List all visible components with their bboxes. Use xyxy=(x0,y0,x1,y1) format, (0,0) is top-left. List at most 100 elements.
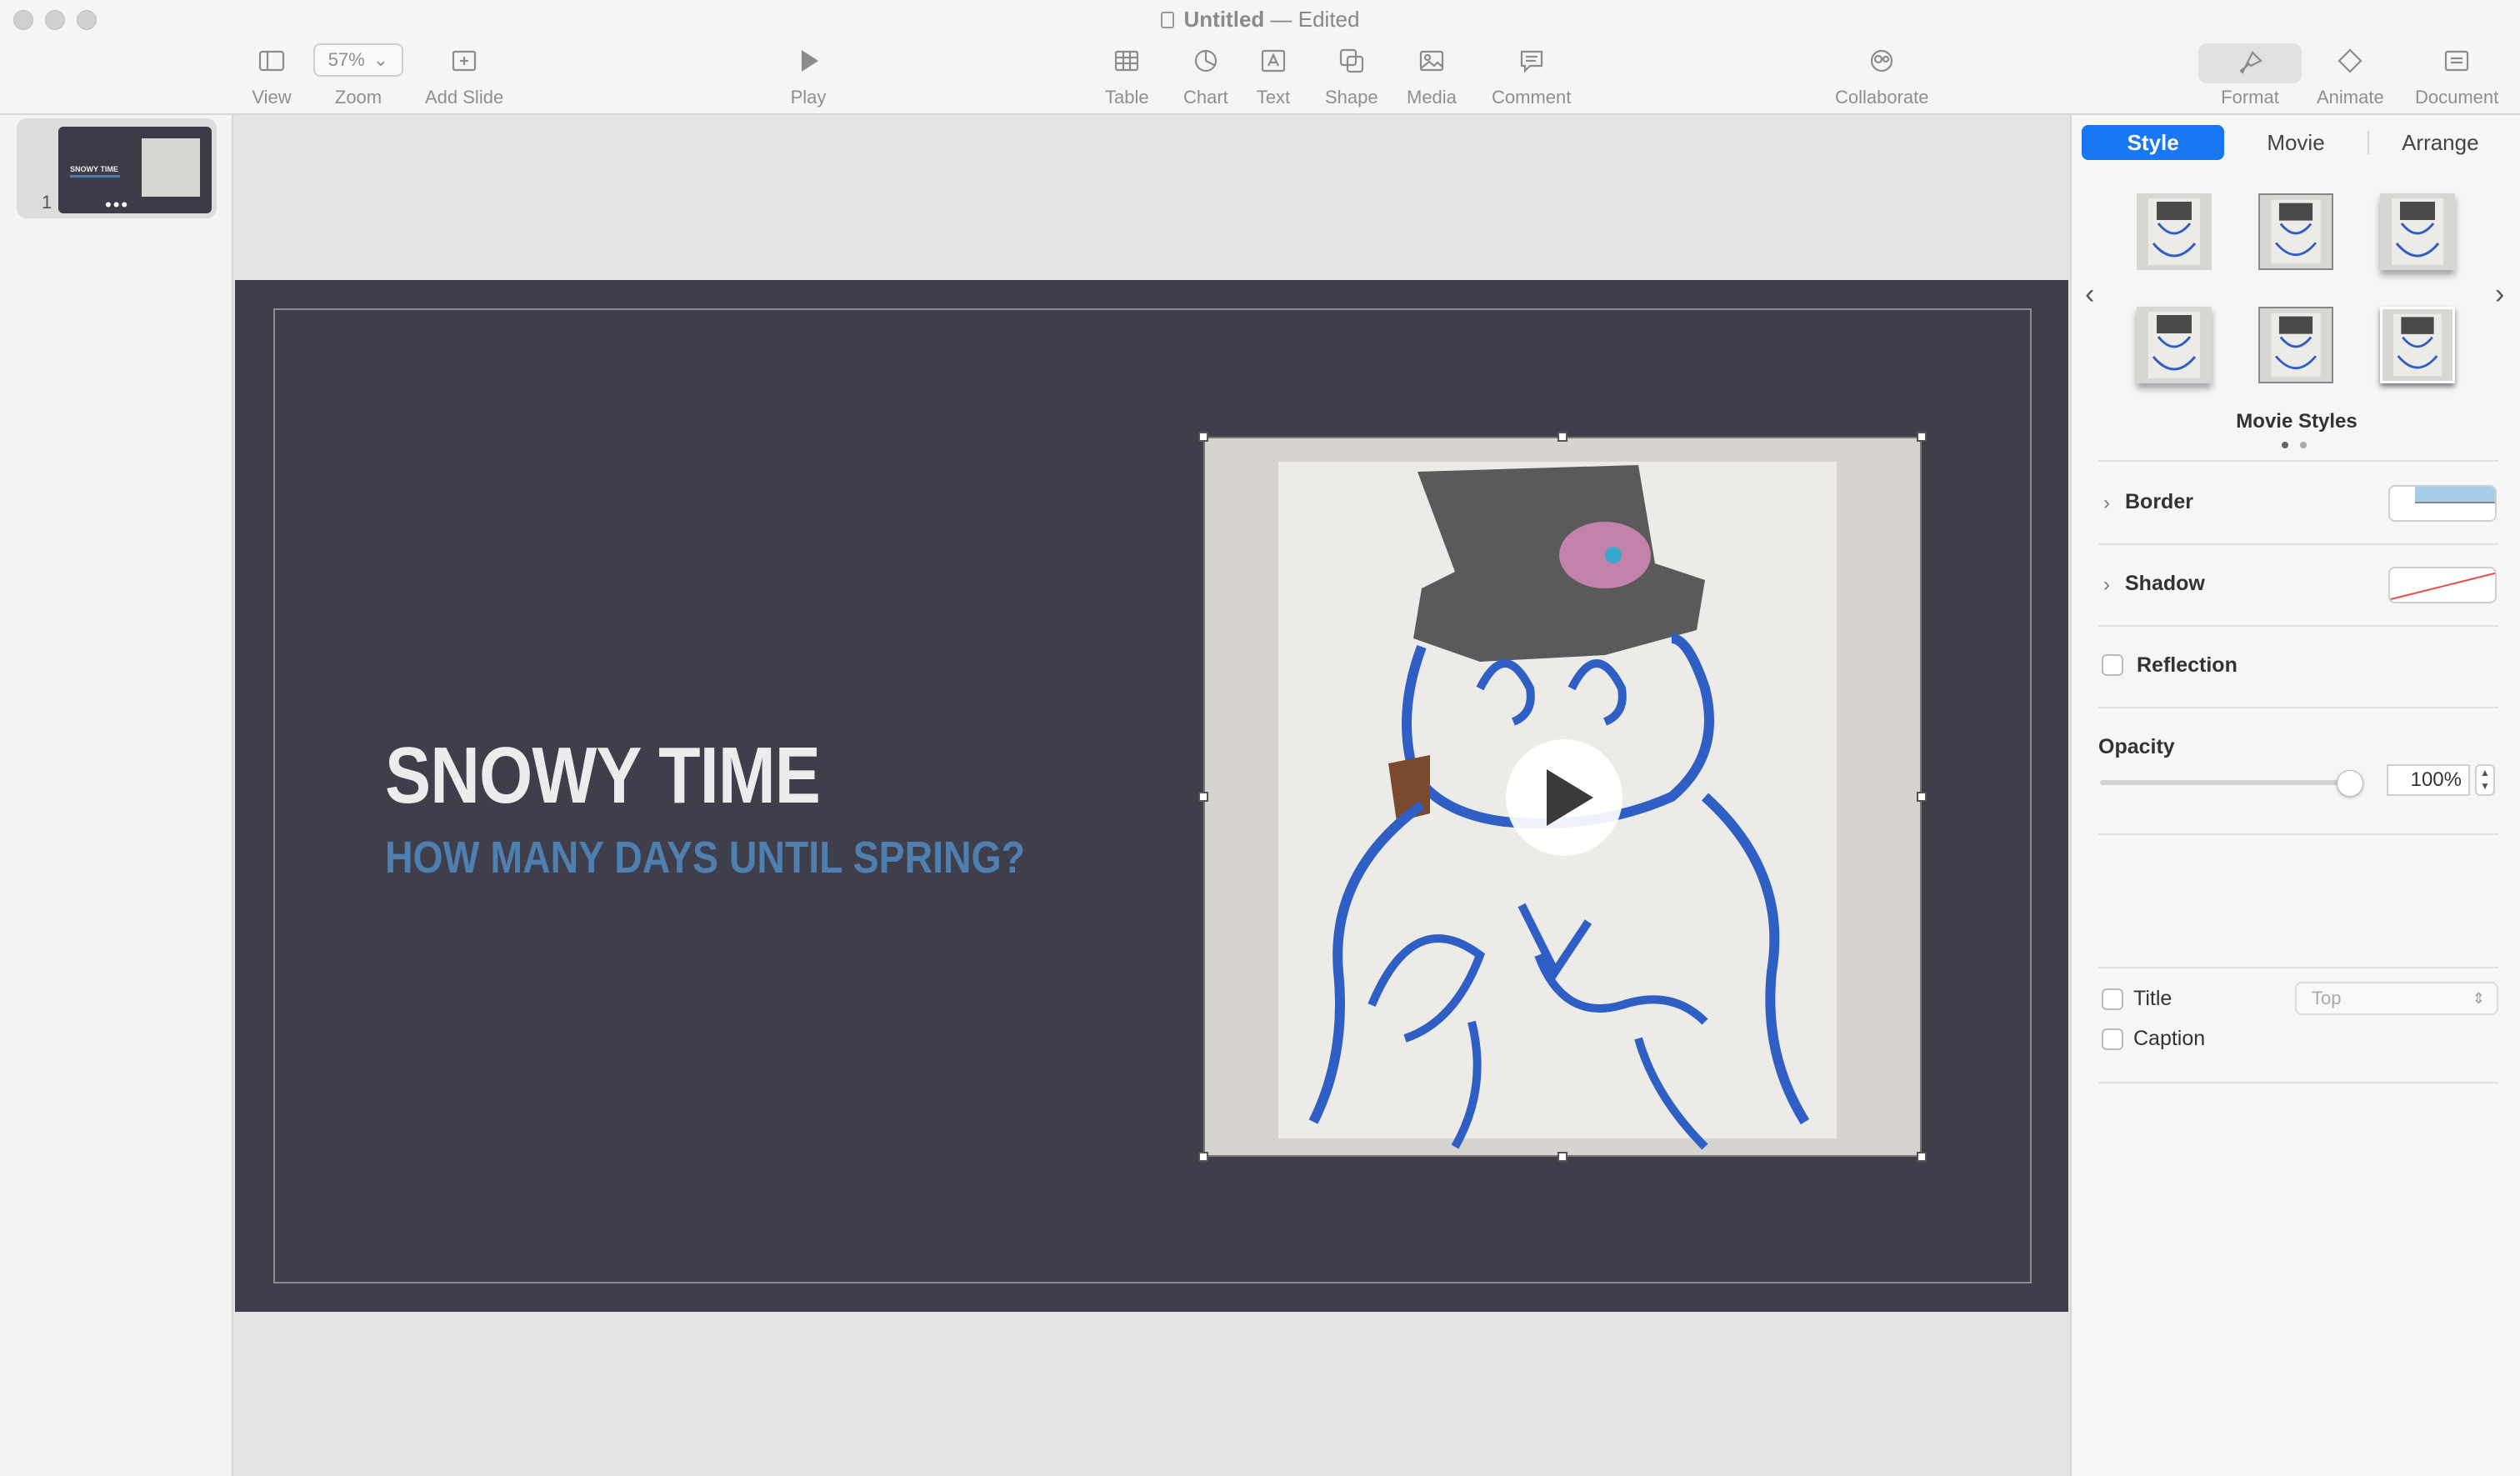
tab-style[interactable]: Style xyxy=(2082,125,2225,160)
section-divider xyxy=(2098,543,2498,545)
opacity-stepper[interactable]: ▲ ▼ xyxy=(2475,764,2495,796)
collaborate-icon xyxy=(1862,43,1902,78)
collaborate-label: Collaborate xyxy=(1835,87,1929,108)
shadow-style-swatch[interactable] xyxy=(2388,567,2497,603)
movie-style-2[interactable] xyxy=(2258,193,2333,270)
movie-style-6[interactable] xyxy=(2380,307,2455,383)
title-separator: — xyxy=(1270,7,1292,32)
format-button[interactable]: Format xyxy=(2198,43,2302,108)
animate-button[interactable]: Animate xyxy=(2317,43,2384,108)
text-button[interactable]: Text xyxy=(1253,43,1293,108)
text-label: Text xyxy=(1256,87,1291,108)
paintbrush-icon xyxy=(2230,46,2270,81)
chevron-right-icon[interactable]: › xyxy=(2103,573,2110,597)
add-slide-label: Add Slide xyxy=(425,87,504,108)
comment-button[interactable]: Comment xyxy=(1492,43,1571,108)
slide-canvas[interactable]: SNOWY TIME HOW MANY DAYS UNTIL SPRING? xyxy=(235,117,2070,1476)
title-position-select[interactable]: Top ⇕ xyxy=(2295,982,2498,1015)
play-movie-button[interactable] xyxy=(1506,739,1622,856)
resize-handle-bottom[interactable] xyxy=(1558,1152,1568,1162)
animate-icon xyxy=(2330,43,2370,78)
movie-style-4[interactable] xyxy=(2137,307,2212,383)
table-label: Table xyxy=(1105,87,1149,108)
slide-title[interactable]: SNOWY TIME xyxy=(385,730,821,822)
resize-handle-left[interactable] xyxy=(1198,792,1208,802)
document-label: Document xyxy=(2415,87,2499,108)
border-label[interactable]: Border xyxy=(2125,490,2193,514)
movie-style-3[interactable] xyxy=(2380,193,2455,270)
comment-label: Comment xyxy=(1492,87,1572,108)
chevron-right-icon[interactable]: › xyxy=(2103,492,2110,515)
format-label: Format xyxy=(2221,87,2279,108)
section-divider xyxy=(2098,707,2498,708)
document-button[interactable]: Document xyxy=(2415,43,2498,108)
opacity-field[interactable]: 100% xyxy=(2387,764,2470,796)
thumbnail-title: SNOWY TIME xyxy=(70,165,118,173)
movie-object[interactable] xyxy=(1203,437,1922,1157)
border-style-swatch[interactable] xyxy=(2388,485,2497,522)
resize-handle-top-left[interactable] xyxy=(1198,432,1208,442)
reflection-label: Reflection xyxy=(2137,653,2238,677)
movie-style-1[interactable] xyxy=(2137,193,2212,270)
opacity-slider-track[interactable] xyxy=(2100,780,2350,785)
chevron-down-icon: ⌄ xyxy=(372,49,389,70)
document-icon xyxy=(1160,12,1174,28)
zoom-select[interactable]: 57% ⌄ xyxy=(313,43,403,77)
media-label: Media xyxy=(1407,87,1457,108)
view-button[interactable]: View xyxy=(252,43,292,108)
opacity-label: Opacity xyxy=(2098,735,2175,758)
caption-label: Caption xyxy=(2133,1027,2206,1050)
slide-subtitle[interactable]: HOW MANY DAYS UNTIL SPRING? xyxy=(385,832,1025,883)
movie-style-5[interactable] xyxy=(2258,307,2333,383)
add-slide-button[interactable]: Add Slide xyxy=(425,43,503,108)
more-options-icon[interactable]: ••• xyxy=(105,196,129,214)
section-divider xyxy=(2098,1082,2498,1083)
media-button[interactable]: Media xyxy=(1407,43,1457,108)
resize-handle-right[interactable] xyxy=(1917,792,1927,802)
zoom-value: 57% xyxy=(328,49,365,70)
style-page-indicator[interactable] xyxy=(2282,442,2307,448)
resize-handle-top-right[interactable] xyxy=(1917,432,1927,442)
reflection-checkbox[interactable] xyxy=(2102,654,2123,676)
section-divider xyxy=(2098,833,2498,835)
title-position-value: Top xyxy=(2312,988,2342,1008)
border-preview xyxy=(2415,487,2495,503)
thumbnail-movie xyxy=(142,138,200,197)
shadow-label[interactable]: Shadow xyxy=(2125,572,2205,596)
resize-handle-bottom-right[interactable] xyxy=(1917,1152,1927,1162)
slide-thumbnail-preview: SNOWY TIME ••• xyxy=(58,127,212,213)
title-checkbox[interactable] xyxy=(2102,988,2123,1010)
shape-icon xyxy=(1332,43,1372,78)
slide-navigator: 1 SNOWY TIME ••• xyxy=(0,115,233,1476)
table-button[interactable]: Table xyxy=(1105,43,1149,108)
caption-checkbox[interactable] xyxy=(2102,1028,2123,1050)
title-label: Title xyxy=(2133,987,2172,1010)
play-button[interactable]: Play xyxy=(788,43,828,108)
add-slide-icon xyxy=(444,43,484,78)
resize-handle-bottom-left[interactable] xyxy=(1198,1152,1208,1162)
slide-thumbnail-1[interactable]: 1 SNOWY TIME ••• xyxy=(17,118,217,218)
slide[interactable]: SNOWY TIME HOW MANY DAYS UNTIL SPRING? xyxy=(235,280,2068,1312)
chart-label: Chart xyxy=(1183,87,1228,108)
page-dot-2[interactable] xyxy=(2300,442,2307,448)
chevron-updown-icon: ⇕ xyxy=(2472,990,2485,1007)
tab-movie[interactable]: Movie xyxy=(2224,125,2367,160)
chevron-right-icon[interactable]: › xyxy=(2495,278,2504,311)
toolbar: Untitled — Edited View 57% ⌄ Zoom Add Sli… xyxy=(0,0,2520,115)
animate-label: Animate xyxy=(2317,87,2384,108)
chart-icon xyxy=(1186,43,1226,78)
collaborate-button[interactable]: Collaborate xyxy=(1835,43,1929,108)
tab-arrange[interactable]: Arrange xyxy=(2369,125,2512,160)
opacity-slider-knob[interactable] xyxy=(2337,770,2363,797)
chart-button[interactable]: Chart xyxy=(1183,43,1228,108)
resize-handle-top[interactable] xyxy=(1558,432,1568,442)
document-panel-icon xyxy=(2437,43,2477,78)
shape-button[interactable]: Shape xyxy=(1325,43,1378,108)
section-divider xyxy=(2098,625,2498,627)
zoom-control[interactable]: 57% ⌄ Zoom xyxy=(313,43,403,108)
page-dot-1[interactable] xyxy=(2282,442,2288,448)
play-icon xyxy=(788,43,828,78)
zoom-label: Zoom xyxy=(334,87,382,108)
chevron-left-icon[interactable]: ‹ xyxy=(2085,278,2094,311)
format-active-bg xyxy=(2198,43,2302,83)
